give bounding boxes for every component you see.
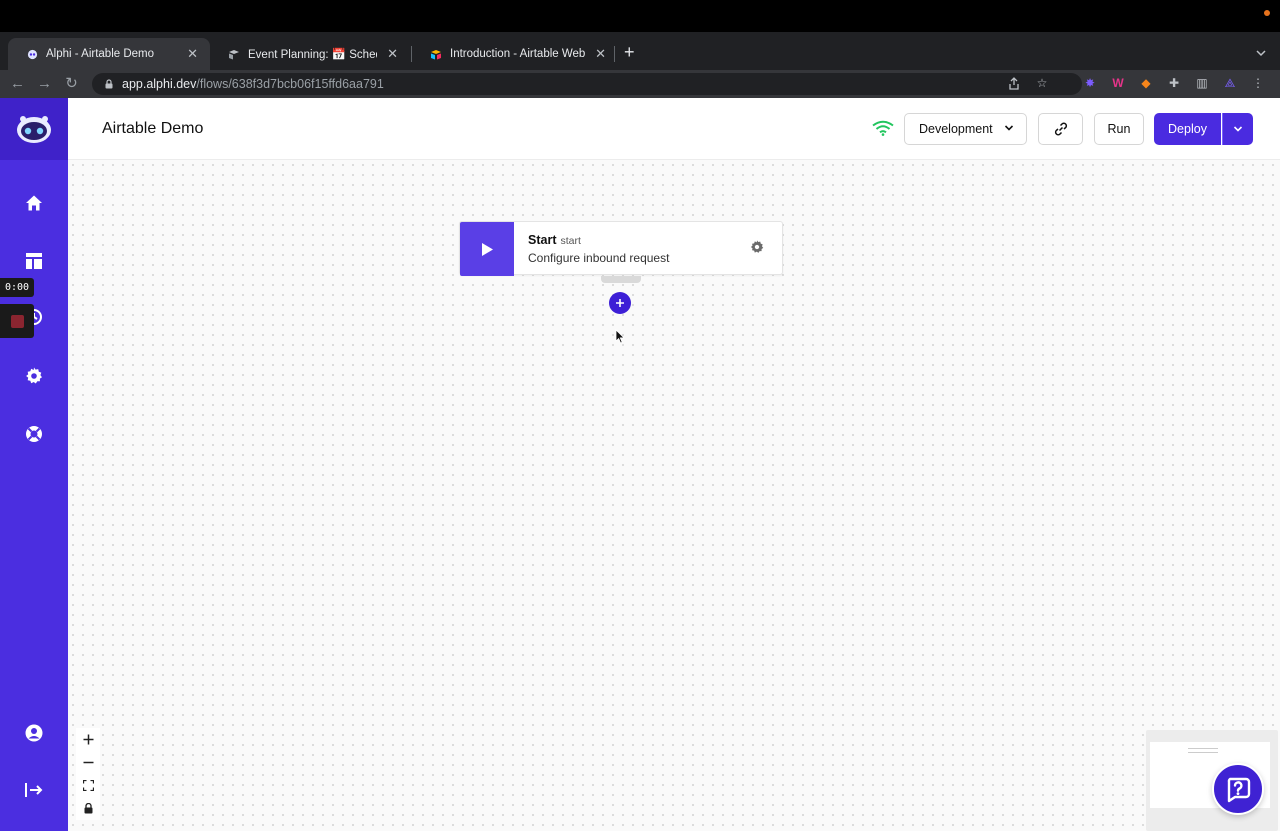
deploy-button[interactable]: Deploy — [1154, 113, 1221, 145]
metamask-fox-icon[interactable]: ◆ — [1138, 75, 1154, 91]
page-title: Airtable Demo — [102, 120, 204, 137]
robot-logo-icon — [17, 116, 51, 143]
support-lifebuoy-icon[interactable] — [24, 424, 44, 444]
app-logo[interactable] — [0, 98, 68, 160]
deploy-options-button[interactable] — [1222, 113, 1253, 145]
settings-gear-icon[interactable] — [24, 366, 44, 386]
side-panel-icon[interactable]: ▥ — [1194, 75, 1210, 91]
back-arrow-icon[interactable]: ← — [10, 74, 25, 94]
start-node[interactable]: Start start Configure inbound request — [459, 221, 783, 283]
browser-toolbar: ← → ↻ app.alphi.dev/flows/638f3d7bcb06f1… — [0, 70, 1280, 98]
page-header: Airtable Demo Development Run Deploy — [68, 98, 1280, 160]
forward-arrow-icon[interactable]: → — [37, 74, 52, 94]
zoom-controls — [76, 728, 100, 820]
zoom-in-icon[interactable] — [76, 728, 100, 751]
more-menu-icon[interactable]: ⋮ — [1250, 75, 1266, 91]
close-tab-icon[interactable]: ✕ — [595, 46, 606, 62]
minimap-node — [1188, 748, 1218, 753]
plus-icon — [616, 299, 624, 307]
play-icon — [460, 222, 514, 276]
link-icon — [1054, 122, 1067, 136]
reload-icon[interactable]: ↻ — [64, 74, 79, 94]
node-settings-gear-icon[interactable] — [750, 240, 764, 259]
tab-title: Alphi - Airtable Demo — [46, 48, 155, 60]
os-menu-bar — [0, 0, 1280, 32]
app-root: 0:00 Airtable Demo Development Run Deplo… — [0, 98, 1280, 831]
tab-divider — [614, 46, 615, 62]
toolbar-divider — [1062, 75, 1070, 91]
alphi-favicon-icon — [26, 48, 38, 60]
environment-select[interactable]: Development — [904, 113, 1027, 145]
recording-indicator-dot — [1264, 10, 1270, 16]
extension-w-icon[interactable]: W — [1110, 75, 1126, 91]
help-chat-button[interactable] — [1212, 763, 1264, 815]
environment-value: Development — [919, 122, 993, 136]
home-icon[interactable] — [24, 193, 44, 213]
close-tab-icon[interactable]: ✕ — [387, 46, 398, 62]
close-tab-icon[interactable]: ✕ — [187, 46, 198, 62]
browser-tab-strip: Alphi - Airtable Demo ✕ Event Planning: … — [0, 32, 1280, 70]
dashboard-layout-icon[interactable] — [24, 251, 44, 271]
share-icon[interactable] — [1006, 75, 1022, 91]
airtable-favicon-icon — [228, 48, 240, 60]
fit-view-icon[interactable] — [76, 774, 100, 797]
connection-status-wifi-icon — [872, 120, 894, 141]
flow-canvas[interactable]: Start start Configure inbound request — [68, 160, 1280, 831]
zoom-out-icon[interactable] — [76, 751, 100, 774]
url-host: app.alphi.dev — [122, 77, 197, 91]
chevron-down-icon — [1004, 125, 1014, 131]
node-title: Start — [528, 233, 557, 247]
copy-link-button[interactable] — [1038, 113, 1083, 145]
run-button[interactable]: Run — [1094, 113, 1144, 145]
browser-tab-alphi[interactable]: Alphi - Airtable Demo ✕ — [8, 38, 210, 70]
sidebar: 0:00 — [0, 98, 68, 831]
help-question-icon — [1227, 777, 1251, 803]
browser-tab-event-planning[interactable]: Event Planning: 📅 Schedule - ✕ — [210, 38, 410, 70]
url-path: /flows/638f3d7bcb06f15ffd6aa791 — [196, 77, 384, 91]
mouse-cursor-icon — [615, 329, 625, 349]
lock-icon — [105, 79, 113, 89]
stop-icon — [10, 314, 24, 328]
new-tab-button[interactable]: + — [624, 42, 635, 62]
address-bar[interactable]: app.alphi.dev/flows/638f3d7bcb06f15ffd6a… — [92, 73, 1082, 95]
user-account-icon[interactable] — [24, 723, 44, 743]
extension-purple-icon[interactable]: ✸ — [1082, 75, 1098, 91]
node-type: start — [560, 235, 581, 247]
recording-stop-button[interactable] — [0, 304, 34, 338]
tab-title: Event Planning: 📅 Schedule - — [248, 49, 377, 61]
profile-extension-icon[interactable]: ⟁ — [1222, 75, 1238, 91]
browser-tab-airtable-api[interactable]: Introduction - Airtable Web API ✕ — [412, 38, 618, 70]
airtable-logo-icon — [430, 48, 442, 60]
bookmark-star-icon[interactable]: ☆ — [1034, 75, 1050, 91]
chevron-down-icon — [1233, 126, 1243, 132]
node-output-handle[interactable] — [601, 276, 641, 283]
tab-search-chevron-icon[interactable] — [1256, 44, 1266, 62]
lock-canvas-icon[interactable] — [76, 797, 100, 820]
tab-title: Introduction - Airtable Web API — [450, 48, 586, 60]
logout-arrow-icon[interactable] — [24, 780, 44, 800]
node-description: Configure inbound request — [528, 251, 670, 265]
recording-timer: 0:00 — [0, 278, 34, 297]
extensions-puzzle-icon[interactable]: ✚ — [1166, 75, 1182, 91]
add-step-button[interactable] — [609, 292, 631, 314]
